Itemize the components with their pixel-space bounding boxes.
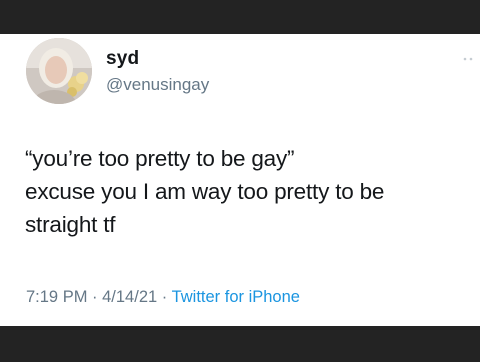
meta-separator: · [157, 288, 172, 306]
tweet-source-link[interactable]: Twitter for iPhone [172, 288, 300, 306]
user-handle[interactable]: @venusingay [106, 75, 209, 95]
display-name[interactable]: syd [106, 48, 139, 70]
tweet-card: syd @venusingay “you’re too pretty to be… [0, 34, 480, 326]
tweet-text: “you’re too pretty to be gay” excuse you… [25, 142, 475, 241]
tweet-text-line: straight tf [25, 212, 116, 237]
tweet-meta: 7:19 PM · 4/14/21 · Twitter for iPhone [26, 288, 300, 307]
avatar[interactable] [26, 38, 92, 104]
bottom-frame-bar [0, 326, 480, 362]
tweet-date[interactable]: 4/14/21 [102, 288, 157, 306]
meta-separator: · [87, 288, 103, 306]
avatar-image [26, 38, 92, 104]
more-icon[interactable] [462, 54, 474, 64]
tweet-text-line: excuse you I am way too pretty to be [25, 179, 385, 204]
top-frame-bar [0, 0, 480, 34]
tweet-time[interactable]: 7:19 PM [26, 288, 87, 306]
tweet-text-line: “you’re too pretty to be gay” [25, 146, 295, 171]
